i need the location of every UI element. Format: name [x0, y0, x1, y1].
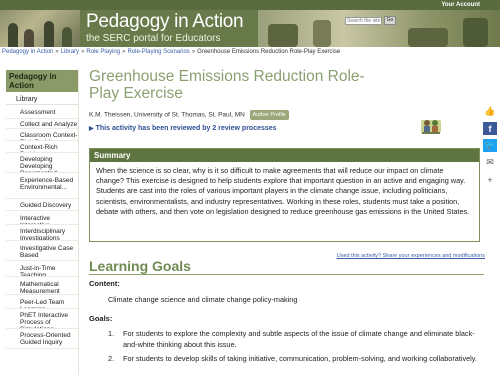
sidebar-item-mathematical[interactable]: Mathematical Measurement: [6, 277, 78, 295]
goal-number: 2.: [108, 354, 115, 363]
activity-badge-icon: [421, 120, 441, 134]
search-go-button[interactable]: Go: [384, 16, 396, 25]
section-divider: [89, 274, 484, 275]
site-subtitle: the SERC portal for Educators: [86, 33, 221, 44]
sidebar-item-developing[interactable]: Developing Developing Documented Problem: [6, 153, 78, 173]
breadcrumb-pedagogy-in-action[interactable]: Pedagogy in Action: [2, 49, 53, 55]
sidebar-item-experience-based[interactable]: Experience-Based Environmental...: [6, 173, 78, 199]
sidebar-item-just-in-time[interactable]: Just-in-Time Teaching: [6, 261, 78, 277]
twitter-icon[interactable]: 🐦: [483, 139, 497, 152]
sidebar-item-classroom[interactable]: Classroom Context-Rich Problems: [6, 129, 78, 141]
content-label: Content:: [89, 279, 120, 288]
breadcrumb-separator: »: [191, 49, 196, 55]
site-title[interactable]: Pedagogy in Action: [86, 11, 244, 33]
author-name: K.M. Theissen, University of St. Thomas,…: [89, 111, 245, 119]
breadcrumb-separator: »: [122, 49, 126, 55]
author-profile-button[interactable]: Author Profile: [249, 110, 289, 120]
banner-photo-left: [0, 10, 80, 47]
breadcrumb-separator: »: [55, 49, 59, 55]
sidebar-item-library[interactable]: Library: [6, 92, 78, 105]
goal-item: 2. For students to develop skills of tak…: [108, 354, 483, 365]
goals-list: 1. For students to explore the complexit…: [108, 329, 483, 369]
author-line: K.M. Theissen, University of St. Thomas,…: [89, 110, 289, 120]
facebook-icon[interactable]: f: [483, 122, 497, 135]
sidebar-nav: Pedagogy in Action Library Assessment Co…: [6, 70, 79, 375]
breadcrumb-current: Greenhouse Emissions Reduction Role-Play…: [197, 49, 341, 55]
breadcrumb-separator: »: [81, 49, 85, 55]
sidebar-item-assessment[interactable]: Assessment: [6, 105, 78, 119]
like-icon[interactable]: 👍: [483, 105, 497, 118]
social-share-bar: 👍 f 🐦 ✉ +: [483, 105, 497, 190]
email-icon[interactable]: ✉: [483, 156, 497, 169]
breadcrumb: Pedagogy in Action» Library» Role Playing»…: [2, 49, 340, 55]
goal-text: For students to explore the complexity a…: [123, 329, 475, 349]
share-plus-icon[interactable]: +: [483, 173, 497, 186]
your-account-link[interactable]: Your Account: [441, 0, 480, 10]
expand-arrow-icon: ▶: [89, 126, 94, 132]
breadcrumb-role-playing-scenarios[interactable]: Role-Playing Scenarios: [127, 49, 189, 55]
sidebar-item-guided-discovery[interactable]: Guided Discovery: [6, 199, 78, 211]
sidebar-item-peer-led[interactable]: Peer-Led Team Learning: [6, 295, 78, 309]
share-experiences-link[interactable]: Used this activity? Share your experienc…: [337, 253, 485, 259]
goals-label: Goals:: [89, 314, 113, 323]
summary-heading: Summary: [90, 149, 479, 162]
sidebar-item-interdisciplinary[interactable]: Interdisciplinary Investigations: [6, 225, 78, 241]
summary-text: When the science is so clear, why is it …: [96, 166, 470, 216]
sidebar-item-interactive[interactable]: Interactive Interactive: [6, 211, 78, 225]
goal-item: 1. For students to explore the complexit…: [108, 329, 483, 350]
banner-photo-right: [258, 10, 500, 47]
breadcrumb-role-playing[interactable]: Role Playing: [86, 49, 120, 55]
summary-box: Summary When the science is so clear, wh…: [89, 148, 480, 242]
goal-text: For students to develop skills of taking…: [123, 354, 477, 363]
goal-number: 1.: [108, 329, 115, 338]
page-title: Greenhouse Emissions Reduction Role-Play…: [89, 68, 365, 102]
content-text: Climate change science and climate chang…: [108, 295, 298, 304]
site-banner: Pedagogy in Action the SERC portal for E…: [0, 10, 500, 47]
sidebar-item-context-rich[interactable]: Context-Rich Problems: [6, 141, 78, 153]
learning-goals-heading: Learning Goals: [89, 258, 191, 274]
sidebar-title[interactable]: Pedagogy in Action: [6, 70, 78, 92]
sidebar-item-collect-data[interactable]: Collect and Analyze Data: [6, 119, 78, 129]
review-status-text: This activity has been reviewed by 2 rev…: [95, 125, 277, 132]
sidebar-item-investigative-case[interactable]: Investigative Case Based: [6, 241, 78, 261]
sidebar-item-pogil[interactable]: Process-Oriented Guided Inquiry: [6, 329, 78, 349]
review-status[interactable]: ▶ This activity has been reviewed by 2 re…: [89, 125, 277, 132]
sidebar-item-phet[interactable]: PhET Interactive Process of Simulations: [6, 309, 78, 329]
breadcrumb-library[interactable]: Library: [61, 49, 79, 55]
search-input[interactable]: [345, 17, 382, 25]
account-bar: Your Account: [0, 0, 500, 10]
